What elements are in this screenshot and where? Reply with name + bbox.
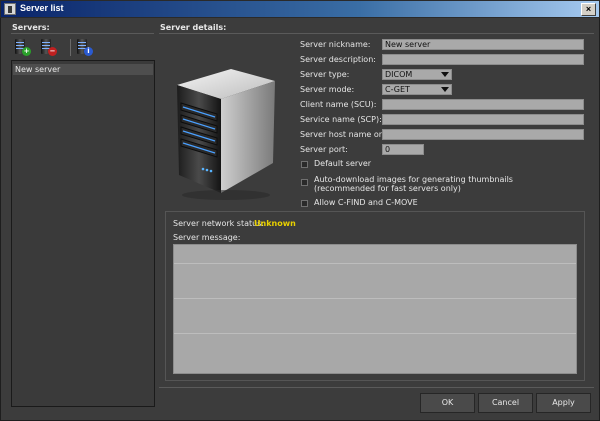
server-list[interactable]: New server — [11, 60, 155, 407]
auto-download-checkbox[interactable] — [301, 179, 308, 186]
cancel-button[interactable]: Cancel — [478, 393, 533, 413]
allow-cfind-checkbox[interactable] — [301, 200, 308, 207]
client-name-label: Client name (SCU): — [300, 100, 377, 109]
server-port-input[interactable]: 0 — [382, 144, 424, 155]
server-nickname-label: Server nickname: — [300, 40, 371, 49]
list-item[interactable]: New server — [13, 64, 153, 75]
network-status-value: Unknown — [254, 219, 296, 228]
server-mode-label: Server mode: — [300, 85, 355, 94]
toolbar-separator — [70, 39, 71, 56]
auto-download-label-line1: Auto-download images for generating thum… — [314, 175, 513, 184]
chevron-down-icon — [441, 87, 449, 92]
servers-toolbar: + − i — [12, 37, 155, 59]
server-message-box[interactable] — [173, 244, 577, 374]
auto-download-label-line2: (recommended for fast servers only) — [314, 184, 461, 193]
service-name-label: Service name (SCP): — [300, 115, 382, 124]
close-button[interactable]: × — [581, 3, 596, 16]
server-mode-select[interactable]: C-GET — [382, 84, 452, 95]
server-description-label: Server description: — [300, 55, 376, 64]
remove-server-button[interactable]: − — [38, 37, 58, 57]
divider — [159, 387, 594, 388]
server-port-label: Server port: — [300, 145, 348, 154]
server-type-label: Server type: — [300, 70, 350, 79]
ok-button[interactable]: OK — [420, 393, 475, 413]
server-mode-value: C-GET — [385, 85, 410, 94]
host-name-input[interactable] — [382, 129, 584, 140]
info-icon: i — [84, 47, 93, 56]
add-server-button[interactable]: + — [12, 37, 32, 57]
message-row-divider — [174, 298, 576, 299]
auto-download-label: Auto-download images for generating thum… — [314, 175, 513, 193]
default-server-label: Default server — [314, 159, 372, 168]
window-title: Server list — [20, 3, 64, 13]
app-icon — [4, 3, 16, 15]
service-name-input[interactable] — [382, 114, 584, 125]
server-type-value: DICOM — [385, 70, 413, 79]
message-row-divider — [174, 263, 576, 264]
server-illustration-icon — [177, 69, 275, 200]
server-type-select[interactable]: DICOM — [382, 69, 452, 80]
title-bar: Server list × — [0, 0, 600, 18]
client-name-input[interactable] — [382, 99, 584, 110]
server-details-label: Server details: — [160, 23, 227, 32]
divider — [11, 33, 154, 34]
minus-icon: − — [48, 47, 57, 56]
plus-icon: + — [22, 47, 31, 56]
server-description-input[interactable] — [382, 54, 584, 65]
server-nickname-input[interactable]: New server — [382, 39, 584, 50]
default-server-checkbox[interactable] — [301, 161, 308, 168]
host-name-label: Server host name or IP: — [300, 130, 395, 139]
server-info-button[interactable]: i — [74, 37, 94, 57]
chevron-down-icon — [441, 72, 449, 77]
server-message-label: Server message: — [173, 233, 241, 242]
message-row-divider — [174, 333, 576, 334]
apply-button[interactable]: Apply — [536, 393, 591, 413]
allow-cfind-label: Allow C-FIND and C-MOVE — [314, 198, 418, 207]
divider — [159, 33, 594, 34]
window-body: Servers: Server details: + − i New serve… — [0, 18, 600, 421]
network-status-label: Server network status: — [173, 219, 265, 228]
servers-label: Servers: — [12, 23, 50, 32]
